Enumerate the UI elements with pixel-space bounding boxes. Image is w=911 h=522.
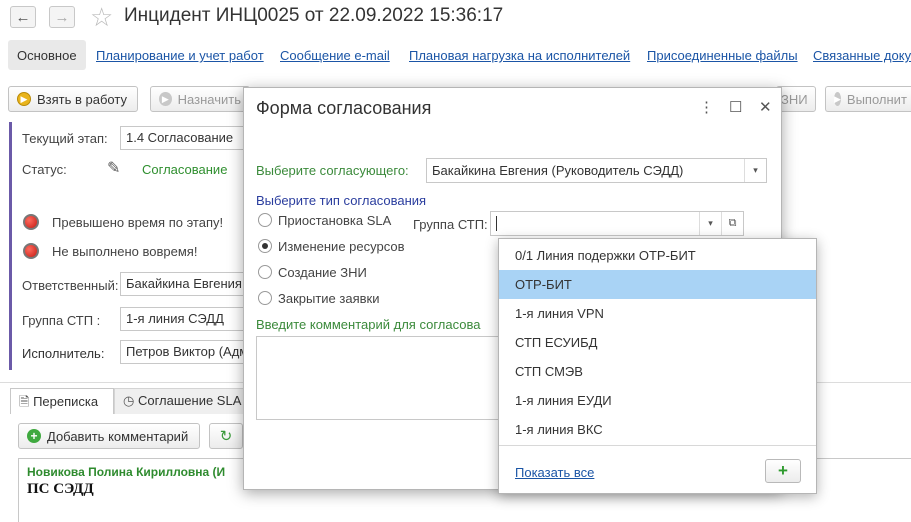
add-button[interactable]: + [765,459,801,483]
tab-main[interactable]: Основное [8,40,86,70]
star-icon[interactable]: ☆ [90,2,113,33]
dropdown-item[interactable]: 1-я линия VPN [499,299,816,328]
approver-label: Выберите согласующего: [256,163,409,178]
executor-field[interactable]: Петров Виктор (Адм [120,340,245,364]
form-tabs: Основное Планирование и учет работ Сообщ… [8,40,911,70]
radio-close-request[interactable] [258,291,272,305]
alert-light-icon [23,243,39,259]
clock-icon: ◷ [123,393,135,408]
stage-label: Текущий этап: [22,131,108,146]
arrow-left-icon: ← [15,8,31,26]
status-label: Статус: [22,162,67,177]
dropdown-divider [499,445,816,446]
more-menu-icon[interactable]: ⋮ [699,98,714,116]
chevron-down-icon[interactable]: ▾ [699,212,721,235]
group-marker [9,122,12,370]
tab-email[interactable]: Сообщение e-mail [280,48,390,63]
stp-group-label: Группа СТП: [413,217,488,232]
alert-overtime-stage: Превышено время по этапу! [52,215,224,230]
comment-textarea[interactable] [256,336,536,420]
play-icon: ▶ [834,92,841,106]
group-field[interactable]: 1-я линия СЭДД [120,307,245,331]
dropdown-item[interactable]: 1-я линия ВКС [499,415,816,444]
group-label: Группа СТП : [22,313,101,328]
back-button[interactable]: ← [10,6,36,28]
executor-label: Исполнитель: [22,346,105,361]
stp-group-input[interactable]: ▾ ⧉ [490,211,744,236]
page-title: Инцидент ИНЦ0025 от 22.09.2022 15:36:17 [124,5,504,26]
play-icon: ▶ [17,92,31,106]
approver-value: Бакайкина Евгения (Руководитель СЭДД) [432,163,684,178]
show-all-link[interactable]: Показать все [515,465,594,480]
forward-button[interactable]: → [49,6,75,28]
option-suspend-sla: Приостановка SLA [278,213,392,228]
play-icon: ▶ [159,92,172,106]
plus-icon: + [27,429,41,443]
tab-sla[interactable]: ◷ Соглашение SLA [114,388,244,414]
option-create-zni: Создание ЗНИ [278,265,367,280]
zni-button[interactable]: ЗНИ [776,86,816,112]
pencil-icon[interactable]: ✎ [107,158,120,178]
approval-type-label: Выберите тип согласования [256,193,427,208]
status-value: Согласование [142,162,228,177]
assign-button[interactable]: ▶ Назначить [150,86,250,112]
option-close-request: Закрытие заявки [278,291,380,306]
tab-planning[interactable]: Планирование и учет работ [96,48,264,63]
open-icon[interactable]: ⧉ [721,212,743,235]
option-change-resources: Изменение ресурсов [278,239,405,254]
chevron-down-icon[interactable]: ▾ [744,159,766,182]
tab-related-docs[interactable]: Связанные доку [813,48,911,63]
radio-change-resources[interactable] [258,239,272,253]
dropdown-item[interactable]: 0/1 Линия подержки ОТР-БИТ [499,241,816,270]
alert-light-icon [23,214,39,230]
stage-field[interactable]: 1.4 Согласование [120,126,245,150]
close-icon[interactable]: ✕ [759,98,772,116]
dropdown-item[interactable]: СТП ЕСУИБД [499,328,816,357]
tab-correspondence[interactable]: 🗎 Переписка [10,388,114,414]
responsible-field[interactable]: Бакайкина Евгения [120,272,245,296]
execute-button[interactable]: ▶ Выполнит [825,86,911,112]
maximize-icon[interactable]: ☐ [729,98,742,116]
plus-icon: + [778,461,788,480]
alert-not-on-time: Не выполнено вовремя! [52,244,198,259]
document-icon: 🗎 [19,394,30,409]
approver-select[interactable]: Бакайкина Евгения (Руководитель СЭДД) ▾ [426,158,767,183]
radio-create-zni[interactable] [258,265,272,279]
refresh-button[interactable]: ↻ [209,423,243,449]
tab-attached-files[interactable]: Присоединенные файлы [647,48,798,63]
dropdown-item-selected[interactable]: ОТР-БИТ [499,270,816,299]
tab-workload[interactable]: Плановая нагрузка на исполнителей [409,48,630,63]
refresh-icon: ↻ [219,428,233,445]
comment-label: Введите комментарий для согласова [256,317,481,332]
stp-group-dropdown: 0/1 Линия подержки ОТР-БИТ ОТР-БИТ 1-я л… [498,238,817,494]
arrow-right-icon: → [54,8,70,26]
add-comment-button[interactable]: + Добавить комментарий [18,423,200,449]
dropdown-item[interactable]: СТП СМЭВ [499,357,816,386]
dropdown-item[interactable]: 1-я линия ЕУДИ [499,386,816,415]
responsible-label: Ответственный: [22,278,119,293]
dialog-title: Форма согласования [256,98,432,118]
radio-suspend-sla[interactable] [258,213,272,227]
text-cursor [496,216,497,231]
take-to-work-button[interactable]: ▶ Взять в работу [8,86,138,112]
